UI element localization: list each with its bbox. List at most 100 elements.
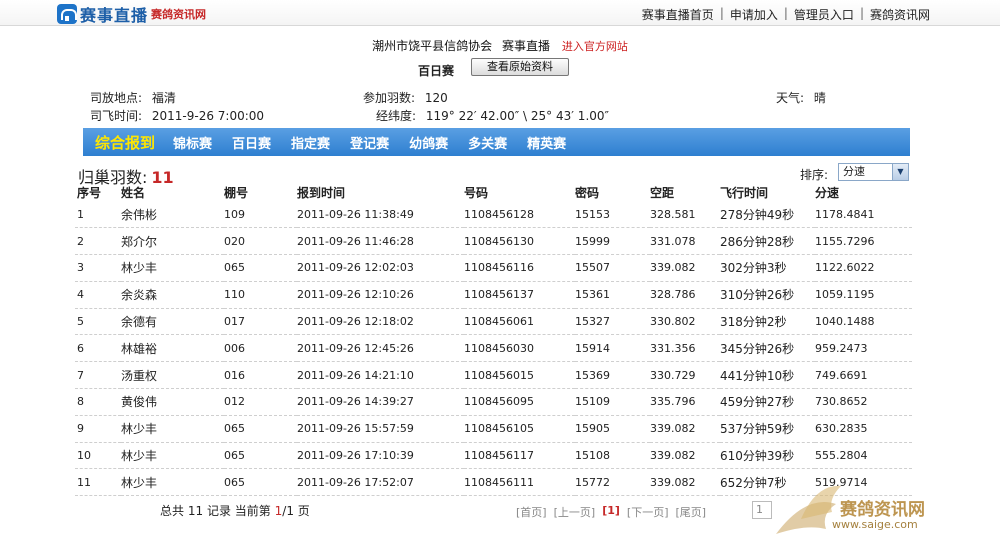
- table-cell: 555.2804: [815, 442, 912, 470]
- table-cell: 1108456015: [464, 361, 575, 390]
- table-row: 7 汤重权 016 2011-09-26 14:21:10 1108456015 1536…: [75, 361, 912, 390]
- column-header: 棚号: [224, 185, 249, 200]
- tab-overall-report[interactable]: 综合报到: [95, 132, 155, 153]
- table-cell: 汤重权: [121, 361, 224, 390]
- watermark-url: www.saige.com: [832, 518, 918, 531]
- table-row: 9 林少丰 065 2011-09-26 15:57:59 1108456105 1590…: [75, 415, 912, 443]
- table-cell: 109: [224, 201, 297, 229]
- column-header: 报到时间: [297, 185, 346, 200]
- tab-hundred-day[interactable]: 百日赛: [232, 133, 271, 152]
- table-cell: 15507: [575, 254, 650, 282]
- tab-designated[interactable]: 指定赛: [291, 133, 330, 152]
- table-cell: 林少丰: [121, 415, 224, 443]
- record-summary: 总共 11 记录 当前第 1/1 页: [160, 502, 310, 519]
- pager-page-1[interactable]: [1]: [602, 504, 620, 520]
- table-cell: 2011-09-26 17:52:07: [297, 468, 464, 497]
- association-name: 潮州市饶平县信鸽协会: [372, 39, 493, 53]
- pager-prev[interactable]: [上一页]: [554, 504, 596, 520]
- table-cell: 330.802: [650, 308, 720, 336]
- table-row: 10 林少丰 065 2011-09-26 17:10:39 1108456117 151…: [75, 442, 912, 470]
- table-cell: 1122.6022: [815, 254, 912, 282]
- table-cell: 345分钟26秒: [720, 334, 815, 363]
- table-cell: 1108456117: [464, 442, 575, 470]
- table-cell: 065: [224, 254, 297, 282]
- weather: 天气: 晴: [776, 89, 826, 106]
- table-cell: 9: [75, 415, 121, 443]
- race-type-tabs: 综合报到 锦标赛 百日赛 指定赛 登记赛 幼鸽赛 多关赛 精英赛: [83, 128, 910, 156]
- table-cell: 012: [224, 388, 297, 416]
- view-original-button[interactable]: 查看原始资料: [471, 58, 569, 76]
- table-cell: 1040.1488: [815, 308, 912, 336]
- table-cell: 余德有: [121, 308, 224, 336]
- official-site-link[interactable]: 进入官方网站: [562, 40, 628, 53]
- sort-label: 排序:: [800, 168, 829, 182]
- race-association-line: 潮州市饶平县信鸽协会 赛事直播 进入官方网站: [0, 37, 1000, 54]
- pager-next[interactable]: [下一页]: [627, 504, 669, 520]
- tab-registered[interactable]: 登记赛: [350, 133, 389, 152]
- chevron-down-icon[interactable]: ▼: [892, 164, 908, 180]
- table-cell: 1059.1195: [815, 281, 912, 309]
- nav-live-home[interactable]: 赛事直播首页: [636, 6, 720, 23]
- table-row: 8 黄俊伟 012 2011-09-26 14:39:27 1108456095 1510…: [75, 388, 912, 416]
- table-cell: 1: [75, 201, 121, 229]
- column-header: 号码: [464, 185, 489, 200]
- coordinates: 经纬度: 119° 22′ 42.00″ \ 25° 43′ 1.00″: [376, 107, 609, 124]
- page-unit: 页: [297, 504, 310, 518]
- release-place-label: 司放地点:: [90, 91, 143, 105]
- page-total: /1: [282, 504, 294, 518]
- table-cell: 537分钟59秒: [720, 415, 815, 443]
- table-cell: 15361: [575, 281, 650, 309]
- table-cell: 2011-09-26 12:45:26: [297, 334, 464, 363]
- table-cell: 5: [75, 308, 121, 336]
- live-label: 赛事直播: [502, 39, 551, 53]
- nav-apply-join[interactable]: 申请加入: [724, 6, 784, 23]
- table-cell: 328.786: [650, 281, 720, 309]
- table-cell: 339.082: [650, 254, 720, 282]
- release-place: 司放地点: 福清: [90, 89, 176, 106]
- table-cell: 1108456030: [464, 334, 575, 363]
- site-logo[interactable]: 赛事直播 赛鸽资讯网: [57, 4, 206, 25]
- table-header-row: 序号 姓名 棚号 报到时间 号码 密码 空距 飞行时间 分速: [75, 183, 912, 201]
- column-header: 姓名: [121, 185, 146, 200]
- column-header: 空距: [650, 185, 675, 200]
- total-unit: 记录: [206, 504, 231, 518]
- table-cell: 8: [75, 388, 121, 416]
- table-cell: 016: [224, 361, 297, 390]
- pager-first[interactable]: [首页]: [516, 504, 547, 520]
- table-cell: 065: [224, 442, 297, 470]
- total-count: 11: [187, 504, 204, 518]
- table-cell: 4: [75, 281, 121, 309]
- tab-championship[interactable]: 锦标赛: [173, 133, 212, 152]
- table-cell: 339.082: [650, 415, 720, 443]
- table-cell: 15914: [575, 334, 650, 363]
- table-cell: 302分钟3秒: [720, 254, 815, 282]
- table-cell: 331.078: [650, 227, 720, 256]
- entries-label: 参加羽数:: [363, 91, 416, 105]
- table-cell: 2011-09-26 14:21:10: [297, 361, 464, 390]
- race-name: 百日赛: [418, 64, 455, 78]
- table-cell: 1108456130: [464, 227, 575, 256]
- tab-young-bird[interactable]: 幼鸽赛: [409, 133, 448, 152]
- logo-icon: [57, 4, 77, 24]
- table-cell: 459分钟27秒: [720, 388, 815, 416]
- sort-select[interactable]: 分速 ▼: [838, 163, 909, 181]
- tab-multi-stage[interactable]: 多关赛: [468, 133, 507, 152]
- release-time: 司飞时间: 2011-9-26 7:00:00: [90, 107, 264, 124]
- pager-last[interactable]: [尾页]: [676, 504, 707, 520]
- table-cell: 020: [224, 227, 297, 256]
- table-cell: 331.356: [650, 334, 720, 363]
- tab-elite[interactable]: 精英赛: [527, 133, 566, 152]
- total-prefix: 总共: [160, 504, 185, 518]
- release-place-value: 福清: [151, 91, 176, 105]
- table-cell: 2011-09-26 12:18:02: [297, 308, 464, 336]
- nav-admin-entry[interactable]: 管理员入口: [788, 6, 860, 23]
- table-cell: 2011-09-26 15:57:59: [297, 415, 464, 443]
- watermark-text: 赛鸽资讯网: [840, 500, 925, 520]
- nav-pigeon-news[interactable]: 赛鸽资讯网: [864, 6, 936, 23]
- table-cell: 10: [75, 442, 121, 470]
- table-cell: 林少丰: [121, 254, 224, 282]
- table-cell: 2: [75, 227, 121, 256]
- table-cell: 328.581: [650, 201, 720, 229]
- table-cell: 1108456111: [464, 468, 575, 497]
- table-cell: 339.082: [650, 442, 720, 470]
